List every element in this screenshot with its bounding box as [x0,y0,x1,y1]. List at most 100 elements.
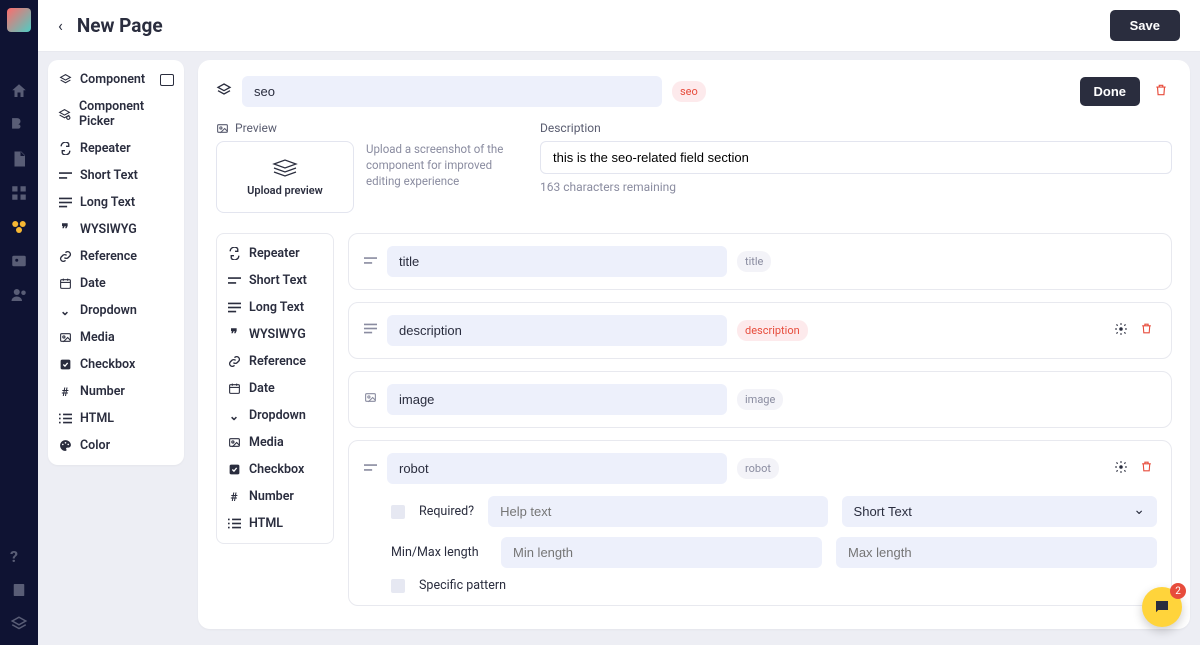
field-type-wysiwyg[interactable]: ❞WYSIWYG [48,216,184,243]
field-slug-tag: title [737,251,771,272]
nav-blog-icon[interactable] [10,116,28,130]
extra-box-icon [160,74,174,86]
field-type-checkbox[interactable]: Checkbox [48,351,184,378]
subfield-type-number[interactable]: #Number [217,483,333,510]
chevron-icon: ⌄ [58,304,72,318]
description-label: Description [540,121,1172,135]
nav-document-icon[interactable] [10,150,28,164]
chat-widget[interactable]: 2 [1142,587,1182,627]
drag-handle-icon[interactable] [363,461,377,476]
min-length-input[interactable] [501,537,822,568]
nav-users-icon[interactable] [10,286,28,300]
list-icon [58,413,72,424]
upload-hint: Upload a screenshot of the component for… [366,141,516,189]
field-row-robot: robotRequired?Min/Max lengthSpecific pat… [348,440,1172,606]
chevron-icon: ⌄ [227,409,241,423]
field-type-dropdown[interactable]: ⌄Dropdown [48,297,184,324]
field-type-long-text[interactable]: Long Text [48,189,184,216]
long-icon [58,197,72,208]
long-icon [227,302,241,313]
pattern-checkbox[interactable] [391,579,405,593]
done-button[interactable]: Done [1080,77,1141,106]
subfield-type-html[interactable]: HTML [217,510,333,537]
subfield-type-date[interactable]: Date [217,375,333,402]
layers-icon [216,82,232,102]
field-name-input[interactable] [387,246,727,277]
subfield-type-long-text[interactable]: Long Text [217,294,333,321]
palette-icon [58,439,72,452]
field-slug-tag: image [737,389,783,410]
field-type-component[interactable]: Component [48,66,184,93]
drag-handle-icon[interactable] [363,323,377,338]
date-icon [58,277,72,290]
hash-icon: # [58,385,72,399]
subfield-type-short-text[interactable]: Short Text [217,267,333,294]
nav-home-icon[interactable] [10,82,28,96]
field-name-input[interactable] [387,315,727,346]
delete-component-icon[interactable] [1150,79,1172,105]
chat-badge: 2 [1170,583,1186,599]
field-slug-tag: robot [737,458,779,479]
media-icon [227,436,241,449]
link-icon [58,250,72,263]
help-text-input[interactable] [488,496,827,527]
check-icon [58,358,72,371]
page-title: New Page [77,14,163,37]
field-name-input[interactable] [387,384,727,415]
repeat-icon [58,142,72,155]
nav-book-icon[interactable] [10,581,28,595]
save-button[interactable]: Save [1110,10,1180,41]
field-settings-icon[interactable] [1110,318,1132,344]
sub-field-type-palette: RepeaterShort TextLong Text❞WYSIWYGRefer… [216,233,334,544]
field-row-description: description [348,302,1172,359]
field-delete-icon[interactable] [1136,456,1157,481]
drag-handle-icon[interactable] [363,391,377,408]
field-row-image: image [348,371,1172,428]
drag-handle-icon[interactable] [363,254,377,269]
subfield-type-wysiwyg[interactable]: ❞WYSIWYG [217,321,333,348]
field-row-title: title [348,233,1172,290]
component-name-input[interactable] [242,76,662,107]
field-type-date[interactable]: Date [48,270,184,297]
short-icon [227,276,241,285]
list-icon [227,518,241,529]
component-slug-tag: seo [672,81,706,102]
repeat-icon [227,247,241,260]
fields-list: titledescriptionimagerobotRequired?Min/M… [348,233,1172,618]
field-name-input[interactable] [387,453,727,484]
nav-help-icon[interactable]: ? [10,547,28,561]
field-type-component-picker[interactable]: Component Picker [48,93,184,135]
back-button[interactable]: ‹ [58,16,63,35]
subfield-type-media[interactable]: Media [217,429,333,456]
field-type-color[interactable]: Color [48,432,184,459]
app-logo [7,8,31,32]
required-label: Required? [419,504,474,519]
subfield-type-dropdown[interactable]: ⌄Dropdown [217,402,333,429]
field-type-palette: ComponentComponent PickerRepeaterShort T… [48,60,184,465]
field-type-short-text[interactable]: Short Text [48,162,184,189]
media-icon [58,331,72,344]
field-type-reference[interactable]: Reference [48,243,184,270]
nav-grid-icon[interactable] [10,184,28,198]
field-settings-icon[interactable] [1110,456,1132,482]
nav-media-icon[interactable] [10,252,28,266]
nav-layers-icon[interactable] [10,615,28,629]
field-type-repeater[interactable]: Repeater [48,135,184,162]
field-type-media[interactable]: Media [48,324,184,351]
field-delete-icon[interactable] [1136,318,1157,343]
date-icon [227,382,241,395]
field-type-number[interactable]: #Number [48,378,184,405]
field-type-html[interactable]: HTML [48,405,184,432]
upload-preview-box[interactable]: Upload preview [216,141,354,213]
required-checkbox[interactable] [391,505,405,519]
max-length-input[interactable] [836,537,1157,568]
editor-canvas: seo Done Preview [198,60,1190,629]
field-type-select[interactable] [842,496,1157,527]
subfield-type-repeater[interactable]: Repeater [217,240,333,267]
description-input[interactable] [540,141,1172,174]
nav-honeycomb-icon[interactable] [10,218,28,232]
short-icon [58,171,72,180]
nav-rail: ? [0,0,38,645]
subfield-type-reference[interactable]: Reference [217,348,333,375]
subfield-type-checkbox[interactable]: Checkbox [217,456,333,483]
